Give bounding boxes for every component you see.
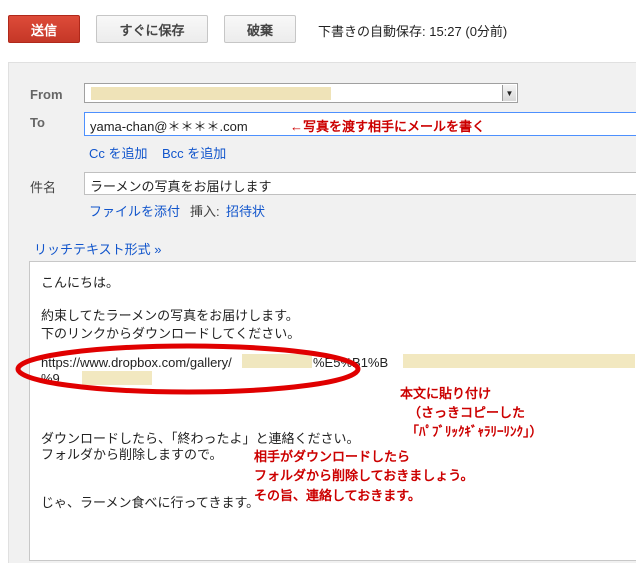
delete-annotation-3: その旨、連絡しておきます。 bbox=[254, 488, 421, 503]
insert-invitation-link[interactable]: 招待状 bbox=[226, 201, 265, 220]
to-annotation: ←写真を渡す相手にメールを書く bbox=[290, 119, 486, 134]
body-line-7: フォルダから削除しますので。 bbox=[41, 447, 223, 462]
paste-annotation-1: 本文に貼り付け bbox=[400, 386, 492, 401]
rich-text-link[interactable]: リッチテキスト形式 » bbox=[34, 239, 161, 258]
to-label: To bbox=[30, 115, 45, 130]
from-label: From bbox=[30, 87, 63, 102]
send-button[interactable]: 送信 bbox=[8, 15, 80, 43]
redacted-from-address bbox=[91, 87, 331, 100]
add-cc-link[interactable]: Cc を追加 bbox=[89, 143, 148, 162]
from-select[interactable]: ▼ bbox=[84, 83, 518, 103]
gallery-link-start[interactable]: https://www.dropbox.com/gallery/ bbox=[41, 355, 232, 370]
paste-annotation-3: 「ﾊﾟﾌﾞﾘｯｸｷﾞｬﾗﾘｰﾘﾝｸ」） bbox=[406, 424, 543, 439]
body-line-2: 約束してたラーメンの写真をお届けします。 bbox=[41, 308, 299, 323]
gallery-link-mid[interactable]: %E5%B1%B bbox=[313, 355, 388, 370]
redacted-link-part bbox=[82, 371, 152, 385]
body-line-8: じゃ、ラーメン食べに行ってきます。 bbox=[41, 495, 260, 510]
subject-label: 件名 bbox=[30, 180, 57, 195]
compose-toolbar: 送信 すぐに保存 破棄 下書きの自動保存: 15:27 (0分前) bbox=[0, 0, 636, 60]
save-now-button[interactable]: すぐに保存 bbox=[96, 15, 208, 43]
body-line-greeting: こんにちは。 bbox=[41, 275, 120, 290]
discard-button[interactable]: 破棄 bbox=[224, 15, 296, 43]
redacted-link-part bbox=[403, 354, 635, 368]
attach-file-link[interactable]: ファイルを添付 bbox=[89, 201, 180, 220]
gallery-link-line2[interactable]: %9 bbox=[41, 371, 60, 386]
chevron-down-icon[interactable]: ▼ bbox=[502, 85, 516, 101]
delete-annotation-2: フォルダから削除しておきましょう。 bbox=[254, 468, 474, 483]
add-bcc-link[interactable]: Bcc を追加 bbox=[162, 143, 226, 162]
autosave-status: 下書きの自動保存: 15:27 (0分前) bbox=[318, 24, 508, 39]
insert-label: 挿入: bbox=[190, 204, 220, 219]
redacted-link-part bbox=[242, 354, 312, 368]
paste-annotation-2: （さっきコピーした bbox=[408, 405, 526, 420]
body-line-3: 下のリンクからダウンロードしてください。 bbox=[41, 326, 301, 341]
delete-annotation-1: 相手がダウンロードしたら bbox=[254, 449, 411, 464]
subject-field[interactable]: ラーメンの写真をお届けします bbox=[84, 172, 636, 195]
